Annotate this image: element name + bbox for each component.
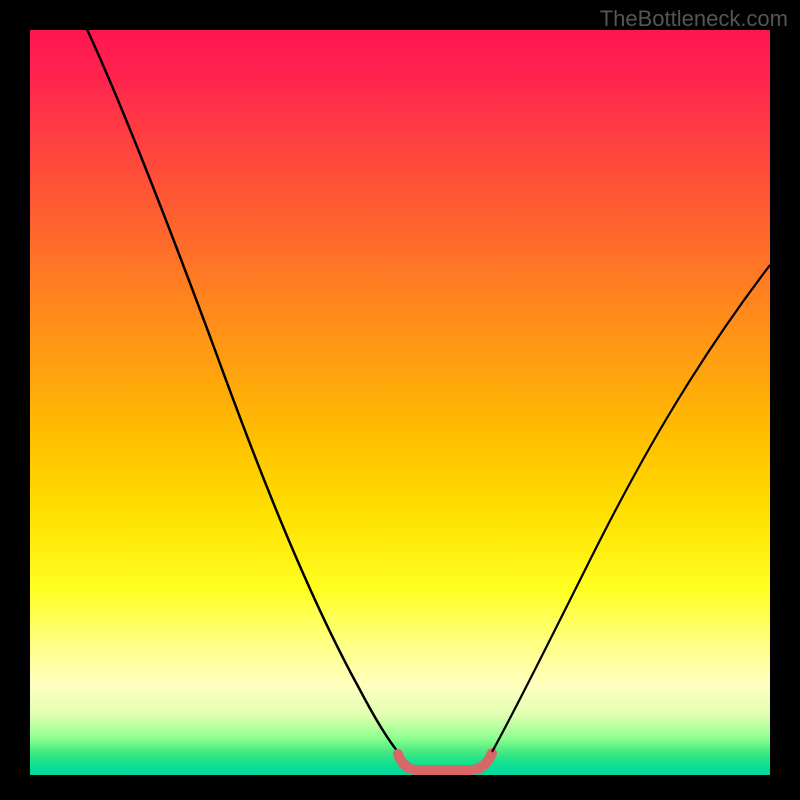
bottleneck-curve-left [85,30,405,760]
watermark-text: TheBottleneck.com [600,6,788,32]
chart-plot-area [30,30,770,775]
bottleneck-curve-right [492,265,770,752]
chart-curves-svg [30,30,770,775]
bottom-flat-highlight [398,753,492,770]
